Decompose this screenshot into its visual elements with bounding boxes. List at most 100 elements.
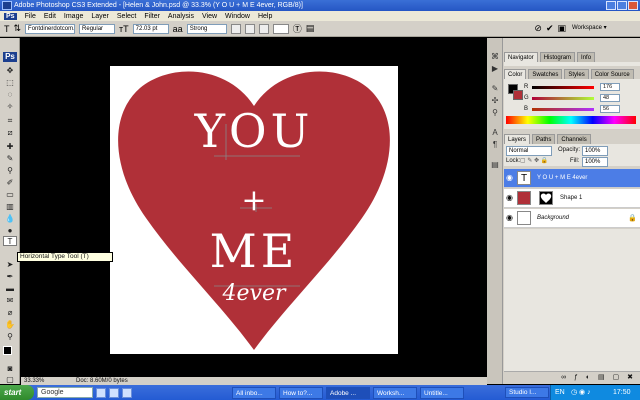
- history-brush-icon[interactable]: ✐: [3, 178, 17, 188]
- menu-edit[interactable]: Edit: [44, 13, 56, 20]
- clone-stamp-icon[interactable]: ⚲: [3, 166, 17, 176]
- bridge-icon[interactable]: ▣: [557, 23, 566, 34]
- font-size-select[interactable]: 72.03 pt: [132, 23, 169, 34]
- opacity-field[interactable]: 100%: [582, 146, 608, 156]
- foreground-color-swatch[interactable]: [3, 346, 12, 355]
- zoom-level[interactable]: 33.33%: [24, 377, 44, 385]
- quicklaunch-icon[interactable]: [122, 387, 132, 398]
- canvas-text-you[interactable]: YOU: [110, 106, 398, 156]
- slider-g[interactable]: G 48: [524, 94, 630, 102]
- clone-source-icon[interactable]: ⚲: [489, 108, 501, 118]
- tab-color[interactable]: Color: [504, 69, 527, 79]
- layers-panel-footer-icons[interactable]: ∞ ƒ ◐ ▤ ▢ ✖: [504, 371, 640, 384]
- color-spectrum-bar[interactable]: [506, 116, 636, 124]
- tab-channels[interactable]: Channels: [557, 134, 591, 144]
- align-left-button[interactable]: [230, 23, 241, 34]
- google-search-box[interactable]: Google: [37, 387, 93, 398]
- taskbar-item-inbox[interactable]: All inbo...: [232, 386, 276, 399]
- slice-tool-icon[interactable]: ⧄: [3, 128, 17, 138]
- menu-window[interactable]: Window: [225, 13, 250, 20]
- layer-row-text[interactable]: ◉ T Y O U + M E 4ever: [504, 169, 640, 188]
- value-g[interactable]: 48: [600, 94, 620, 102]
- eye-icon[interactable]: ◉: [506, 194, 514, 202]
- menu-layer[interactable]: Layer: [91, 13, 109, 20]
- palettes-icon[interactable]: ▤: [306, 23, 315, 34]
- taskbar-item-untitled[interactable]: Untitle...: [420, 386, 464, 399]
- menu-ps-logo[interactable]: Ps: [4, 12, 17, 20]
- antialias-select[interactable]: Strong: [186, 23, 227, 34]
- shape-tool-icon[interactable]: ▬: [3, 284, 17, 294]
- actions-panel-icon[interactable]: ▶: [489, 64, 501, 74]
- layer-row-background[interactable]: ◉ Background 🔒: [504, 209, 640, 228]
- gradient-tool-icon[interactable]: ▥: [3, 202, 17, 212]
- crop-tool-icon[interactable]: ⌗: [3, 116, 17, 126]
- brushes-panel-icon[interactable]: ✣: [489, 96, 501, 106]
- healing-brush-icon[interactable]: ✚: [3, 142, 17, 152]
- quicklaunch-icon[interactable]: [96, 387, 106, 398]
- dodge-tool-icon[interactable]: ●: [3, 226, 17, 236]
- tab-color-source[interactable]: Color Source: [590, 69, 634, 79]
- language-indicator[interactable]: EN: [555, 385, 565, 400]
- eye-icon[interactable]: ◉: [506, 174, 514, 182]
- canvas-text-me[interactable]: ME: [110, 226, 398, 276]
- canvas[interactable]: YOU + ME 4ever: [110, 66, 398, 354]
- clock[interactable]: 17:50: [613, 385, 631, 400]
- layer-comps-icon[interactable]: ▤: [489, 160, 501, 170]
- doc-size[interactable]: Doc: 8.60M/0 bytes: [76, 377, 128, 385]
- slider-r[interactable]: R 176: [524, 83, 630, 91]
- menu-image[interactable]: Image: [64, 13, 83, 20]
- taskbar-item-worksh[interactable]: Worksh...: [373, 386, 417, 399]
- character-panel-icon[interactable]: A: [489, 128, 501, 138]
- quicklaunch-icon[interactable]: [109, 387, 119, 398]
- menu-help[interactable]: Help: [258, 13, 272, 20]
- zoom-tool-icon[interactable]: ⚲: [3, 332, 17, 342]
- magic-wand-tool-icon[interactable]: ✧: [3, 102, 17, 112]
- close-button[interactable]: [628, 1, 638, 10]
- tab-navigator[interactable]: Navigator: [504, 52, 538, 62]
- fill-field[interactable]: 100%: [582, 157, 608, 167]
- path-selection-icon[interactable]: ➤: [3, 260, 17, 270]
- brush-tool-icon[interactable]: ✎: [3, 154, 17, 164]
- tab-paths[interactable]: Paths: [532, 134, 556, 144]
- canvas-text-plus[interactable]: +: [110, 184, 398, 218]
- lock-icons[interactable]: ▢ ✎ ✥ 🔒: [520, 157, 548, 164]
- canvas-text-4ever[interactable]: 4ever: [110, 282, 398, 306]
- tray-icons[interactable]: ◷ ◉ ♪: [571, 385, 591, 400]
- tab-swatches[interactable]: Swatches: [528, 69, 563, 79]
- value-b[interactable]: 56: [600, 105, 620, 113]
- move-tool-icon[interactable]: ✥: [3, 66, 17, 76]
- color-bg-swatch[interactable]: [513, 90, 523, 100]
- start-button[interactable]: start: [0, 385, 34, 400]
- tab-styles[interactable]: Styles: [564, 69, 589, 79]
- type-tool-icon[interactable]: T: [4, 24, 10, 34]
- menu-analysis[interactable]: Analysis: [168, 13, 194, 20]
- eyedropper-tool-icon[interactable]: ⌀: [3, 308, 17, 318]
- paragraph-panel-icon[interactable]: ¶: [489, 140, 501, 150]
- taskbar-item-studio[interactable]: Studio I...: [505, 387, 549, 398]
- tab-layers[interactable]: Layers: [504, 134, 531, 144]
- orientation-toggle-icon[interactable]: ⇅: [14, 23, 22, 34]
- cancel-icon[interactable]: ⊘: [534, 23, 542, 34]
- tab-histogram[interactable]: Histogram: [539, 52, 576, 62]
- notes-tool-icon[interactable]: ✉: [3, 296, 17, 306]
- eraser-tool-icon[interactable]: ▭: [3, 190, 17, 200]
- marquee-tool-icon[interactable]: ⬚: [3, 78, 17, 88]
- screen-mode-icon[interactable]: ▢: [3, 375, 17, 385]
- layer-row-shape[interactable]: ◉ Shape 1: [504, 189, 640, 208]
- font-family-select[interactable]: Fontdinerdotcom...: [25, 23, 76, 34]
- slider-b[interactable]: B 56: [524, 105, 630, 113]
- align-center-button[interactable]: [244, 23, 255, 34]
- eye-icon[interactable]: ◉: [506, 214, 514, 222]
- hand-tool-icon[interactable]: ✋: [3, 320, 17, 330]
- taskbar-item-adobe[interactable]: Adobe ...: [326, 386, 370, 399]
- pen-tool-icon[interactable]: ✒: [3, 272, 17, 282]
- tool-presets-icon[interactable]: ✎: [489, 84, 501, 94]
- value-r[interactable]: 176: [600, 83, 620, 91]
- blend-mode-select[interactable]: Normal: [506, 146, 552, 156]
- workspace-button[interactable]: Workspace ▾: [570, 23, 614, 34]
- tab-info[interactable]: Info: [577, 52, 596, 62]
- blur-tool-icon[interactable]: 💧: [3, 214, 17, 224]
- menu-file[interactable]: File: [25, 13, 36, 20]
- menu-view[interactable]: View: [202, 13, 217, 20]
- warp-text-icon[interactable]: Ⓣ: [293, 22, 302, 35]
